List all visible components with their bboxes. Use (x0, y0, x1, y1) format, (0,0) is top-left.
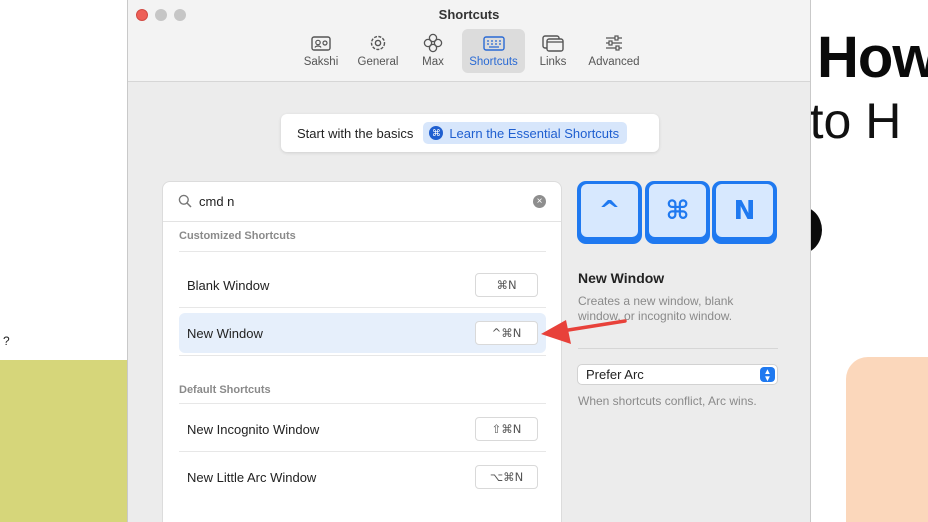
clear-search-icon[interactable]: × (533, 195, 546, 208)
keycap-label: N (716, 184, 773, 237)
tab-advanced[interactable]: Advanced (584, 29, 644, 73)
shortcut-name: New Little Arc Window (187, 469, 317, 485)
windows-icon (542, 35, 564, 52)
settings-toolbar: Sakshi General Max Shortcuts Links Advan… (128, 29, 810, 75)
divider (179, 403, 546, 404)
divider (179, 251, 546, 252)
sliders-icon (606, 35, 622, 51)
tab-max[interactable]: Max (415, 29, 451, 73)
conflict-hint: When shortcuts conflict, Arc wins. (578, 394, 757, 408)
tab-label: Shortcuts (469, 56, 518, 68)
keycap-control: ^ (577, 181, 642, 244)
shortcut-row-new-window[interactable]: New Window ^⌘N (179, 313, 546, 353)
basics-banner: Start with the basics ⌘ Learn the Essent… (281, 114, 659, 152)
max-flower-icon (423, 33, 443, 53)
default-shortcuts-header: Default Shortcuts (179, 384, 271, 396)
tab-links[interactable]: Links (533, 29, 573, 73)
background-question-mark: ? (3, 334, 10, 348)
background-olive-block (0, 360, 130, 522)
background-heading: How (817, 25, 928, 90)
keycap-label: ⌘ (649, 184, 706, 237)
learn-shortcuts-button[interactable]: ⌘ Learn the Essential Shortcuts (423, 122, 628, 144)
shortcut-keys-field[interactable]: ^⌘N (475, 321, 538, 345)
divider (578, 348, 778, 349)
search-input[interactable]: cmd n (199, 194, 234, 209)
detail-description: Creates a new window, blank window, or i… (578, 294, 734, 323)
command-icon: ⌘ (429, 126, 444, 140)
window-title: Shortcuts (438, 7, 500, 22)
shortcut-row-new-incognito-window[interactable]: New Incognito Window ⇧⌘N (179, 409, 546, 449)
conflict-preference-select[interactable]: Prefer Arc ▲ ▼ (577, 364, 778, 385)
shortcut-keys-field[interactable]: ⌥⌘N (475, 465, 538, 489)
banner-text: Start with the basics (297, 125, 414, 141)
title-bar: Shortcuts Sakshi General Max Shortcuts L… (128, 0, 810, 82)
shortcut-keys-field[interactable]: ⇧⌘N (475, 417, 538, 441)
divider (179, 451, 546, 452)
profile-card-icon (311, 36, 331, 51)
keyboard-icon (482, 36, 505, 51)
background-peach-block (846, 357, 928, 522)
shortcut-name: Blank Window (187, 277, 270, 293)
tab-shortcuts[interactable]: Shortcuts (462, 29, 525, 73)
shortcut-list-panel: cmd n × Customized Shortcuts Blank Windo… (162, 181, 562, 522)
tab-label: Links (539, 56, 567, 68)
detail-title: New Window (578, 270, 665, 286)
tab-label: Advanced (588, 56, 640, 68)
tab-sakshi[interactable]: Sakshi (300, 29, 342, 73)
learn-shortcuts-label: Learn the Essential Shortcuts (449, 125, 620, 141)
shortcut-row-blank-window[interactable]: Blank Window ⌘N (179, 265, 546, 305)
customized-shortcuts-header: Customized Shortcuts (179, 230, 296, 242)
gear-icon (370, 35, 386, 51)
shortcut-name: New Incognito Window (187, 421, 320, 437)
search-icon (178, 194, 192, 208)
keycap-command: ⌘ (645, 181, 710, 244)
tab-label: Max (422, 56, 444, 68)
keycap-label: ^ (581, 184, 638, 237)
tab-label: Sakshi (303, 56, 339, 68)
shortcut-name: New Window (187, 325, 263, 341)
settings-window: Shortcuts Sakshi General Max Shortcuts L… (127, 0, 811, 522)
keycap-n: N (712, 181, 777, 244)
search-field[interactable]: cmd n × (163, 182, 561, 222)
divider (179, 307, 546, 308)
conflict-preference-value: Prefer Arc (586, 367, 644, 382)
shortcut-row-new-little-arc-window[interactable]: New Little Arc Window ⌥⌘N (179, 457, 546, 497)
tab-general[interactable]: General (354, 29, 402, 73)
chevron-up-down-icon: ▲ ▼ (760, 367, 775, 383)
shortcut-keys-field[interactable]: ⌘N (475, 273, 538, 297)
divider (179, 355, 546, 356)
tab-label: General (357, 56, 399, 68)
